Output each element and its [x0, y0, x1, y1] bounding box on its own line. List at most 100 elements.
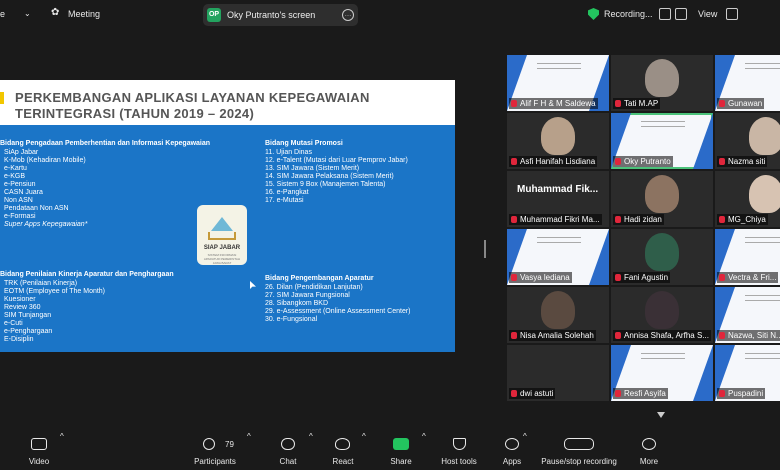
slide-title-line1: PERKEMBANGAN APLIKASI LAYANAN KEPEGAWAIA…	[15, 90, 370, 105]
chevron-up-icon[interactable]: ^	[309, 432, 313, 470]
chat-button[interactable]: Chat	[273, 432, 303, 470]
share-label: Share	[390, 457, 412, 466]
participant-tile[interactable]: Vectra & Fri...	[715, 229, 780, 285]
participant-name: Nazwa, Siti N...	[717, 330, 780, 341]
participant-display-name: Muhammad Fik...	[517, 184, 599, 195]
list-item: e-Pensiun	[4, 181, 36, 188]
chevron-up-icon[interactable]: ^	[523, 432, 527, 470]
participant-tile[interactable]: Gunawan	[715, 55, 780, 111]
muted-mic-icon	[511, 332, 517, 339]
chat-label: Chat	[279, 457, 297, 466]
camera-icon	[31, 438, 47, 450]
chevron-up-icon[interactable]: ^	[247, 432, 251, 470]
participant-tile[interactable]: Annisa Shafa, Arfha S...	[611, 287, 713, 343]
participants-button[interactable]: 79 Participants	[190, 432, 240, 470]
list-item: 27. SIM Jawara Fungsional	[265, 292, 350, 299]
list-item: 13. SIM Jawara (Sistem Merit)	[265, 165, 360, 172]
banner-stripe	[693, 345, 713, 401]
list-item: 30. e-Fungsional	[265, 316, 318, 323]
muted-mic-icon	[511, 274, 517, 281]
participant-tile[interactable]: Nazma siti	[715, 113, 780, 169]
logo-base-shape	[208, 232, 236, 240]
participant-name: Nazma siti	[717, 156, 768, 167]
participant-tile[interactable]: Hadi zidan	[611, 171, 713, 227]
shield-icon[interactable]	[588, 8, 599, 20]
participant-name: Oky Putranto	[613, 156, 673, 167]
participant-tile[interactable]: Alif F H & M Saldewa	[507, 55, 609, 111]
banner-text	[745, 295, 780, 301]
participant-tile[interactable]: Nisa Amalia Solehah	[507, 287, 609, 343]
more-label: More	[639, 457, 659, 466]
banner-text	[537, 63, 581, 69]
video-label: Video	[28, 457, 50, 466]
list-item: 26. Dilan (Pendidikan Lanjutan)	[265, 284, 363, 291]
shield-icon	[453, 438, 466, 450]
top-bar: e ⌄ ✿ Meeting OP Oky Putranto's screen ……	[0, 0, 780, 30]
react-button[interactable]: React	[328, 432, 358, 470]
screen-share-indicator[interactable]: OP Oky Putranto's screen …	[203, 4, 358, 26]
section-heading: Bidang Mutasi Promosi	[265, 140, 343, 147]
chevron-up-icon[interactable]: ^	[362, 432, 366, 470]
participant-tile[interactable]: Resfi Asyifa	[611, 345, 713, 401]
muted-mic-icon	[719, 274, 725, 281]
participant-video	[645, 59, 679, 97]
chevron-down-icon[interactable]: ⌄	[24, 9, 31, 18]
list-item: 28. Sibangkom BKD	[265, 300, 329, 307]
muted-mic-icon	[615, 100, 621, 107]
video-button[interactable]: Video	[22, 432, 56, 470]
participant-video	[749, 175, 780, 213]
chevron-up-icon[interactable]: ^	[60, 432, 64, 470]
chevron-up-icon[interactable]: ^	[422, 432, 426, 470]
participant-name: MG_Chiya	[717, 214, 768, 225]
participant-tile[interactable]: Nazwa, Siti N...	[715, 287, 780, 343]
paw-icon: ✿	[51, 7, 60, 18]
muted-mic-icon	[511, 100, 517, 107]
muted-mic-icon	[719, 390, 725, 397]
participant-tile[interactable]: Vasya lediana	[507, 229, 609, 285]
participant-name: Muhammad Fikri Ma...	[509, 214, 602, 225]
chevron-down-icon[interactable]	[657, 412, 665, 418]
participant-name: Hadi zidan	[613, 214, 664, 225]
view-grid-icon[interactable]	[726, 8, 738, 20]
muted-mic-icon	[511, 390, 517, 397]
share-button[interactable]: Share	[386, 432, 416, 470]
list-item: SiAp Jabar	[4, 149, 39, 156]
list-item: CASN Juara	[4, 189, 43, 196]
share-screen-icon	[393, 438, 409, 450]
list-item: E-Disiplin	[4, 336, 34, 343]
list-item: e-Penghargaan	[4, 328, 53, 335]
react-label: React	[332, 457, 354, 466]
pause-stop-icon	[564, 438, 594, 450]
section-penilaian: Bidang Penilaian Kinerja Aparatur dan Pe…	[0, 271, 260, 344]
muted-mic-icon	[511, 216, 517, 223]
logo-subtitle: SISTEM INFORMASI APARATUR PEMERINTAH JAW…	[203, 253, 241, 265]
more-options-icon[interactable]: …	[342, 9, 354, 21]
resize-handle[interactable]	[484, 240, 486, 258]
list-item: e-Cuti	[4, 320, 23, 327]
participant-tile[interactable]: dwi astuti	[507, 345, 609, 401]
participant-name: Vectra & Fri...	[717, 272, 779, 283]
participant-tile[interactable]: Fani Agustin	[611, 229, 713, 285]
list-item: 11. Ujian Dinas	[265, 149, 312, 156]
participant-name: Vasya lediana	[509, 272, 572, 283]
participant-tile[interactable]: Asfi Hanifah Lisdiana	[507, 113, 609, 169]
participant-tile[interactable]: Tati M.AP	[611, 55, 713, 111]
participant-video	[541, 117, 575, 155]
more-button[interactable]: More	[636, 432, 662, 470]
slide-title-line2: TERINTEGRASI (TAHUN 2019 – 2024)	[15, 106, 255, 121]
list-item: 17. e-Mutasi	[265, 197, 304, 204]
list-item: K-Mob (Kehadiran Mobile)	[4, 157, 86, 164]
participant-tile[interactable]: Muhammad Fik... Muhammad Fikri Ma...	[507, 171, 609, 227]
banner-text	[745, 353, 780, 359]
meeting-label[interactable]: Meeting	[68, 9, 100, 19]
participant-tile[interactable]: Puspadini	[715, 345, 780, 401]
participant-tile[interactable]: MG_Chiya	[715, 171, 780, 227]
participant-tile[interactable]: Oky Putranto	[611, 113, 713, 169]
pause-recording-icon[interactable]	[659, 8, 671, 20]
stop-recording-icon[interactable]	[675, 8, 687, 20]
pause-stop-recording-button[interactable]: Pause/stop recording	[540, 432, 618, 470]
slide-content-panel: Bidang Pengadaan Pemberhentian dan Infor…	[0, 125, 455, 352]
muted-mic-icon	[719, 216, 725, 223]
view-button[interactable]: View	[698, 9, 717, 19]
host-tools-button[interactable]: Host tools	[438, 432, 480, 470]
